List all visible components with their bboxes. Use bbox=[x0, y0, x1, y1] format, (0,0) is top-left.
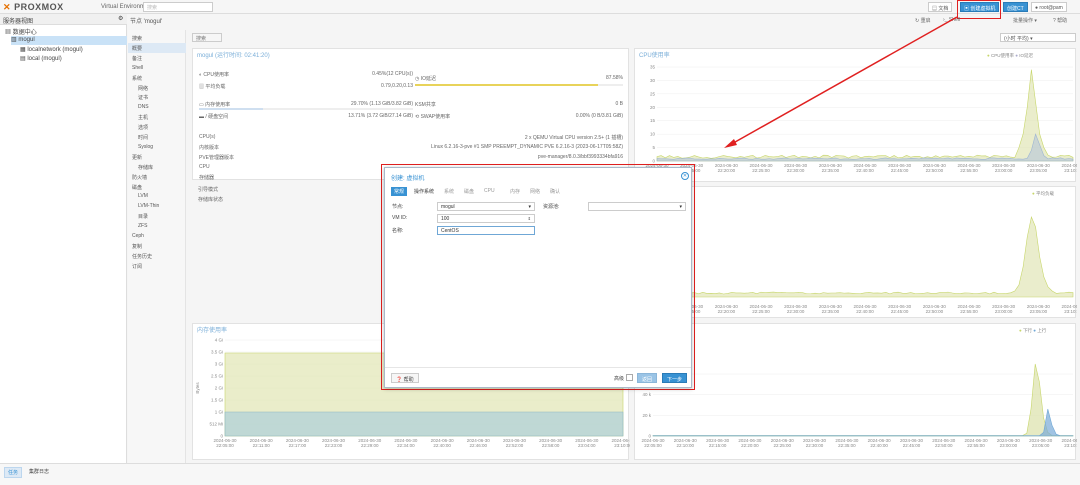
node-label: 节点: bbox=[392, 203, 403, 210]
close-icon[interactable]: ✕ bbox=[681, 172, 689, 180]
dialog-footer: ❓ 帮助 高级 返回 下一步 bbox=[385, 367, 691, 387]
next-button[interactable]: 下一步 bbox=[662, 373, 687, 383]
dialog-tab-5[interactable]: 内存 bbox=[507, 187, 523, 196]
advanced-label: 高级 bbox=[614, 375, 624, 382]
dialog-tab-4[interactable]: CPU bbox=[481, 187, 498, 196]
help-icon: ❓ bbox=[396, 377, 402, 383]
dialog-tab-0[interactable]: 常规 bbox=[391, 187, 407, 196]
name-label: 名称: bbox=[392, 227, 403, 234]
dialog-tab-3[interactable]: 磁盘 bbox=[461, 187, 477, 196]
back-button[interactable]: 返回 bbox=[637, 373, 657, 383]
vmid-spinner[interactable]: 100 ⇕ bbox=[437, 214, 535, 223]
node-select[interactable]: mogul ▾ bbox=[437, 202, 535, 211]
pool-select[interactable]: ▾ bbox=[588, 202, 686, 211]
dialog-tab-1[interactable]: 操作系统 bbox=[411, 187, 437, 196]
dialog-tab-2[interactable]: 系统 bbox=[441, 187, 457, 196]
dialog-help-button[interactable]: ❓ 帮助 bbox=[391, 373, 419, 383]
dialog-tab-6[interactable]: 网络 bbox=[527, 187, 543, 196]
advanced-checkbox[interactable] bbox=[626, 374, 633, 381]
name-input[interactable]: CentOS bbox=[437, 226, 535, 235]
dialog-tab-7[interactable]: 确认 bbox=[547, 187, 563, 196]
create-vm-dialog: 创建: 虚拟机 ✕ 节点: mogul ▾ 资源池: ▾ VM ID: 100 ⇕ … bbox=[384, 167, 692, 388]
dialog-title: 创建: 虚拟机 bbox=[391, 173, 424, 182]
pool-label: 资源池: bbox=[543, 203, 559, 210]
vmid-label: VM ID: bbox=[392, 215, 407, 221]
